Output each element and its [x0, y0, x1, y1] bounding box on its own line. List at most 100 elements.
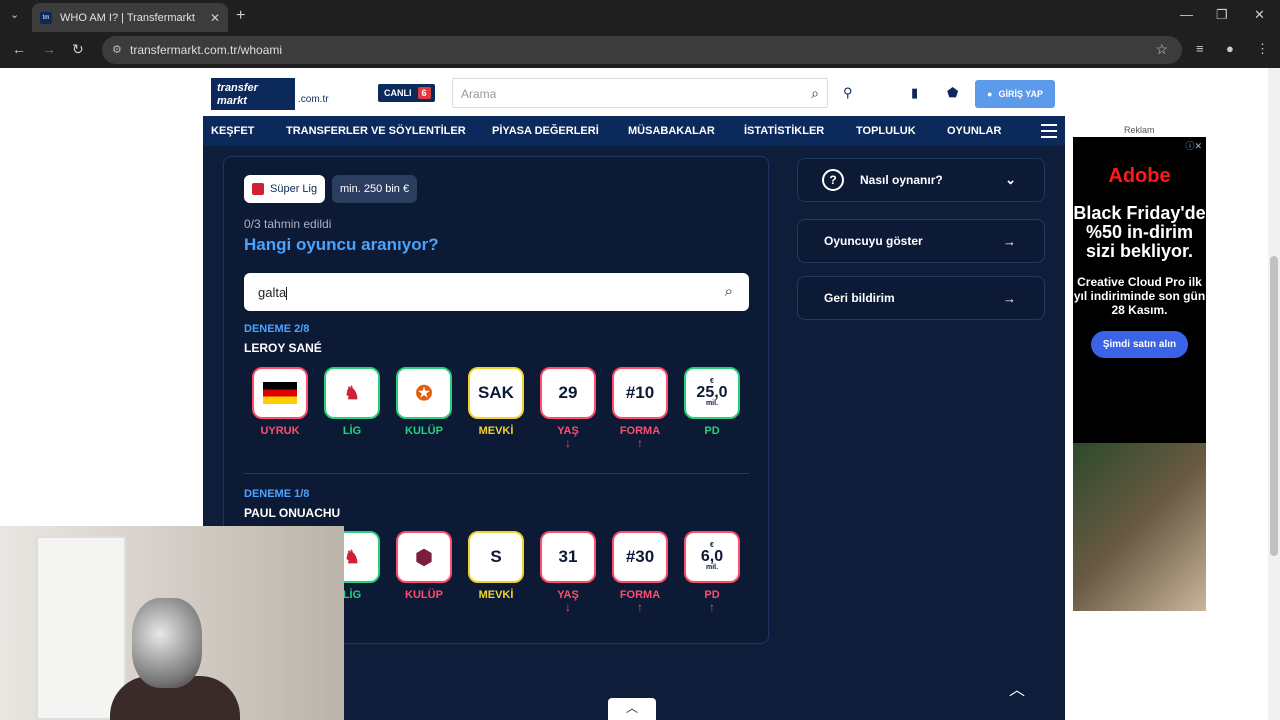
expand-panel-button[interactable]: ︿: [608, 698, 656, 720]
transfermarkt-logo[interactable]: transfer markt: [211, 78, 295, 110]
tile-box: ⬢: [396, 531, 452, 583]
shield-icon[interactable]: ⬟: [947, 85, 958, 101]
ad-headline: Black Friday'de %50 in-dirim sizi bekliy…: [1073, 203, 1206, 261]
tab-search-icon[interactable]: ⌄: [10, 8, 19, 21]
live-count-badge: 6: [417, 87, 431, 99]
tile-box: € 25,0 mil.: [684, 367, 740, 419]
tile-league: ♞ LİG: [324, 367, 380, 449]
attempt-label: DENEME 1/8: [244, 488, 310, 500]
ad-artwork-image: [1073, 443, 1206, 611]
ad-info-icon[interactable]: ⓘ✕: [1185, 139, 1202, 152]
tile-market-value: € 25,0 mil. PD: [684, 367, 740, 449]
search-icon[interactable]: ⌕: [725, 283, 733, 300]
nav-item-kesfet[interactable]: KEŞFET: [211, 125, 254, 137]
back-icon[interactable]: ←: [12, 41, 26, 57]
tile-age: 29 YAŞ ↓: [540, 367, 596, 449]
feedback-label: Geri bildirim: [824, 291, 895, 305]
arrow-right-icon: →: [1003, 233, 1016, 249]
webcam-overlay: [0, 526, 344, 720]
min-value-label: min. 250 bin €: [340, 183, 410, 195]
tile-caption: KULÜP: [405, 425, 443, 437]
media-control-icon[interactable]: ≡: [1196, 41, 1204, 56]
scroll-to-top-icon[interactable]: ︿: [1009, 676, 1025, 700]
address-bar[interactable]: ⚙ transfermarkt.com.tr/whoami ☆: [102, 36, 1182, 64]
browser-menu-icon[interactable]: ⋮: [1256, 41, 1269, 57]
attempt-tiles: ♞ LİG ⬢ KULÜP S MEVKİ 31 YAŞ ↓ #30 FORMA…: [324, 531, 740, 613]
reload-icon[interactable]: ↻: [72, 41, 84, 58]
arrow-down-icon: ↓: [565, 436, 571, 450]
nav-item-games[interactable]: OYUNLAR: [947, 125, 1001, 137]
value-number: 25,0: [696, 384, 728, 401]
tile-box: 31: [540, 531, 596, 583]
text-caret: [286, 287, 288, 301]
tile-shirt-number: #10 FORMA ↑: [612, 367, 668, 449]
tile-shirt-number: #30 FORMA ↑: [612, 531, 668, 613]
tile-box: SAK: [468, 367, 524, 419]
new-tab-icon[interactable]: +: [236, 7, 245, 25]
browser-tab[interactable]: tm WHO AM I? | Transfermarkt ✕: [32, 3, 228, 32]
nav-item-competitions[interactable]: MÜSABAKALAR: [628, 125, 715, 137]
search-placeholder: Arama: [461, 87, 497, 101]
question-icon: ?: [822, 169, 844, 191]
profile-avatar-icon[interactable]: ●: [1226, 41, 1234, 56]
site-info-icon[interactable]: ⚙: [112, 43, 122, 56]
min-value-chip: min. 250 bin €: [332, 175, 418, 203]
login-label: GİRİŞ YAP: [998, 89, 1043, 99]
tile-caption: PD: [704, 425, 720, 437]
tile-club: ⬢ KULÜP: [396, 531, 452, 613]
tile-box: ✪: [396, 367, 452, 419]
main-navigation: KEŞFET TRANSFERLER VE SÖYLENTİLER PİYASA…: [203, 116, 1065, 146]
tab-title: WHO AM I? | Transfermarkt: [60, 11, 195, 24]
forward-icon[interactable]: →: [42, 41, 56, 57]
nav-item-market-values[interactable]: PİYASA DEĞERLERİ: [492, 125, 599, 137]
search-icon[interactable]: ⌕: [811, 85, 819, 102]
webcam-background-door: [36, 536, 126, 720]
scrollbar-thumb[interactable]: [1270, 256, 1278, 556]
nav-item-community[interactable]: TOPLULUK: [856, 125, 916, 137]
minimize-icon[interactable]: —: [1180, 7, 1193, 22]
transfermarkt-favicon: tm: [40, 11, 52, 24]
tile-caption: LİG: [342, 425, 362, 437]
site-header: transfer markt .com.tr CANLI 6 Arama ⌕ ⚲…: [203, 68, 1065, 116]
value-unit: mil.: [705, 564, 719, 571]
address-toolbar: ← → ↻ ⚙ transfermarkt.com.tr/whoami ☆: [0, 32, 1280, 68]
galatasaray-logo-icon: ✪: [415, 382, 433, 405]
player-guess-input[interactable]: galta ⌕: [244, 273, 749, 311]
ad-label: Reklam: [1124, 125, 1155, 135]
ad-cta-button[interactable]: Şimdi satın alın: [1090, 331, 1189, 358]
close-tab-icon[interactable]: ✕: [210, 11, 220, 25]
tile-box: [252, 367, 308, 419]
attempt-player-name: LEROY SANÉ: [244, 341, 322, 355]
tile-age: 31 YAŞ ↓: [540, 531, 596, 613]
page-scrollbar[interactable]: [1268, 68, 1280, 720]
adobe-ad-banner[interactable]: ⓘ✕ Adobe Black Friday'de %50 in-dirim si…: [1073, 137, 1206, 611]
nav-item-statistics[interactable]: İSTATİSTİKLER: [744, 125, 824, 137]
arrow-up-icon: ↑: [709, 600, 715, 614]
tab-bar: ⌄ tm WHO AM I? | Transfermarkt ✕ + — ❐ ✕: [0, 0, 1280, 32]
tile-nationality: UYRUK: [252, 367, 308, 449]
domain-suffix: .com.tr: [298, 94, 329, 105]
how-to-play-button[interactable]: ? Nasıl oynanır? ⌄: [797, 158, 1045, 202]
maximize-icon[interactable]: ❐: [1216, 7, 1228, 23]
logo-line-1: transfer: [217, 82, 258, 94]
show-player-button[interactable]: Oyuncuyu göster →: [797, 219, 1045, 263]
feedback-button[interactable]: Geri bildirim →: [797, 276, 1045, 320]
arrow-right-icon: →: [1003, 290, 1016, 306]
close-window-icon[interactable]: ✕: [1254, 7, 1265, 23]
guess-counter: 0/3 tahmin edildi: [244, 217, 332, 231]
attempt-label: DENEME 2/8: [244, 323, 310, 335]
login-button[interactable]: ● GİRİŞ YAP: [975, 80, 1055, 108]
browser-chrome: ⌄ tm WHO AM I? | Transfermarkt ✕ + — ❐ ✕…: [0, 0, 1280, 68]
chevron-down-icon: ⌄: [1005, 172, 1016, 187]
hamburger-menu-icon[interactable]: [1041, 124, 1057, 138]
tile-box: #10: [612, 367, 668, 419]
nav-item-transfers[interactable]: TRANSFERLER VE SÖYLENTİLER: [286, 125, 466, 137]
watchlist-icon[interactable]: ▮: [911, 85, 918, 101]
live-button[interactable]: CANLI 6: [378, 84, 435, 102]
attempt-tiles: UYRUK ♞ LİG ✪ KULÜP SAK MEVKİ 29 YAŞ ↓ #…: [252, 367, 740, 449]
tile-box: ♞: [324, 367, 380, 419]
live-label: CANLI: [384, 88, 412, 98]
advanced-search-icon[interactable]: ⚲: [843, 85, 853, 101]
bookmark-star-icon[interactable]: ☆: [1155, 41, 1168, 58]
site-search-input[interactable]: Arama ⌕: [452, 78, 828, 108]
